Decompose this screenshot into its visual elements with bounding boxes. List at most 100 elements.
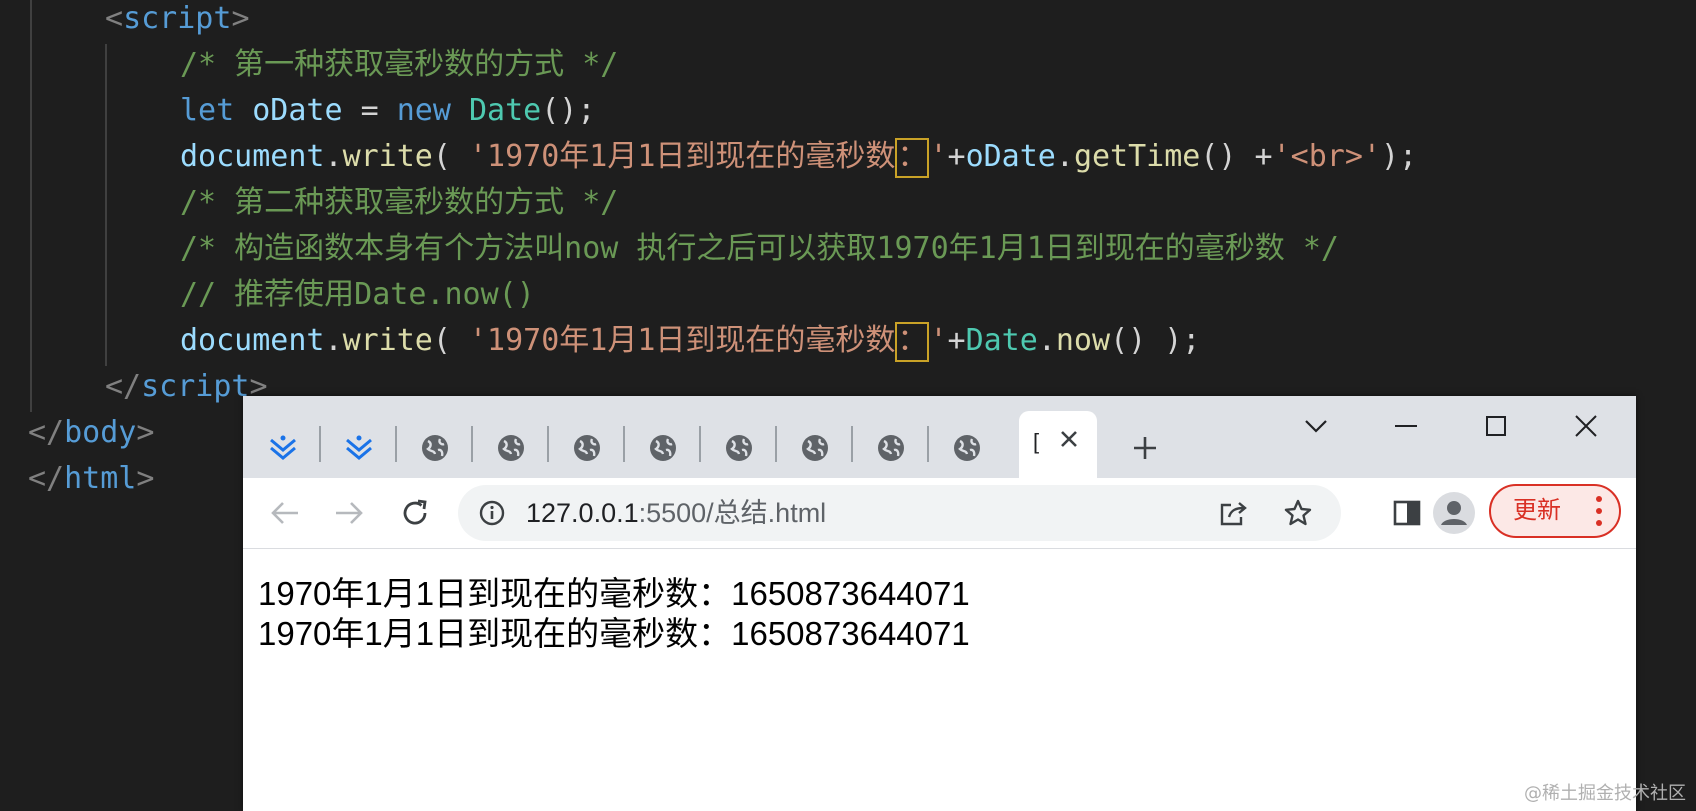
indent-guide xyxy=(30,0,32,412)
address-bar[interactable]: 127.0.0.1:5500/总结.html xyxy=(458,485,1341,541)
indent-guide xyxy=(105,44,107,366)
code-token: > xyxy=(136,415,155,450)
profile-avatar-icon[interactable] xyxy=(1429,491,1479,535)
code-line: document. write( '1970年1月1日到现在的毫秒数：'+Date… xyxy=(180,318,1200,364)
globe-icon xyxy=(954,435,980,461)
code-token: document xyxy=(180,139,325,174)
code-token: . xyxy=(324,139,343,174)
code-token: (); xyxy=(541,93,596,128)
code-line: // 推荐使用Date.now() xyxy=(180,272,535,318)
globe-icon xyxy=(574,435,600,461)
minimize-button[interactable] xyxy=(1381,406,1431,446)
code-token: '1970年1月1日到现在的毫秒数 xyxy=(469,323,896,358)
output-line-2: 1970年1月1日到现在的毫秒数：1650873644071 xyxy=(258,615,970,652)
code-line: /* 第一种获取毫秒数的方式 */ xyxy=(180,42,618,88)
update-button[interactable]: 更新 xyxy=(1489,484,1621,538)
code-token: </ xyxy=(28,461,65,496)
code-token: script xyxy=(123,1,232,36)
code-token: = xyxy=(342,93,397,128)
code-token: write xyxy=(342,139,433,174)
url-path: :5500/总结.html xyxy=(638,498,827,528)
more-menu-icon[interactable] xyxy=(1587,494,1611,528)
close-tab-icon[interactable] xyxy=(1051,421,1087,457)
code-token: /* 第二种获取毫秒数的方式 */ xyxy=(180,185,619,220)
code-token: script xyxy=(141,369,250,404)
code-token: '<br>' xyxy=(1272,139,1381,174)
tab-9[interactable] xyxy=(869,426,913,470)
code-token: ( xyxy=(432,323,469,358)
browser-window: [127.0.0.1:5500/总结.html 更新 1970年1月1日到现在… xyxy=(243,396,1636,811)
code-token: body xyxy=(64,415,137,450)
update-button-label: 更新 xyxy=(1513,497,1561,524)
tab-2[interactable] xyxy=(337,426,381,470)
code-token: </ xyxy=(105,369,142,404)
tab-3[interactable] xyxy=(413,426,457,470)
browser-toolbar: 127.0.0.1:5500/总结.html 更新 xyxy=(243,478,1636,549)
code-token: getTime xyxy=(1073,139,1201,174)
code-line: /* 构造函数本身有个方法叫now 执行之后可以获取1970年1月1日到现在的毫… xyxy=(180,226,1339,272)
code-line: </body> xyxy=(28,410,154,456)
tab-5[interactable] xyxy=(565,426,609,470)
site-info-icon[interactable] xyxy=(474,495,510,531)
code-token: /* 第一种获取毫秒数的方式 */ xyxy=(180,47,619,82)
side-panel-icon[interactable] xyxy=(1385,491,1429,535)
tab-10[interactable] xyxy=(945,426,989,470)
tab-separator xyxy=(851,426,853,462)
bookmark-star-icon[interactable] xyxy=(1280,495,1316,531)
tab-4[interactable] xyxy=(489,426,533,470)
code-token: ( xyxy=(432,139,469,174)
tab-6[interactable] xyxy=(641,426,685,470)
code-token: + xyxy=(947,323,966,358)
tab-8[interactable] xyxy=(793,426,837,470)
tab-separator xyxy=(927,426,929,462)
code-token: . xyxy=(1055,139,1074,174)
reload-icon[interactable] xyxy=(393,491,437,535)
code-token: Date xyxy=(965,323,1038,358)
tab-separator xyxy=(623,426,625,462)
maximize-button[interactable] xyxy=(1471,406,1521,446)
code-token: . xyxy=(1037,323,1056,358)
globe-icon xyxy=(726,435,752,461)
active-tab-title: [ xyxy=(1033,429,1040,454)
code-token: write xyxy=(342,323,433,358)
watermark: @稀土掘金技术社区 xyxy=(1524,783,1686,804)
code-token: html xyxy=(64,461,137,496)
search-highlight: ： xyxy=(895,321,930,362)
active-tab[interactable]: [ xyxy=(1019,411,1097,478)
close-window-button[interactable] xyxy=(1561,406,1611,446)
code-token: </ xyxy=(28,415,65,450)
tab-1[interactable] xyxy=(261,426,305,470)
back-icon[interactable] xyxy=(263,491,307,535)
code-token: let xyxy=(180,93,235,128)
tab-search-chevron-icon[interactable] xyxy=(1291,406,1341,446)
code-line: <script> xyxy=(105,0,250,42)
code-token: ); xyxy=(1381,139,1418,174)
tab-separator xyxy=(775,426,777,462)
code-line: let oDate = new Date(); xyxy=(180,88,595,134)
tab-separator xyxy=(395,426,397,462)
code-line: </html> xyxy=(28,456,154,502)
code-token: oDate xyxy=(965,139,1056,174)
tab-separator xyxy=(471,426,473,462)
tab-separator xyxy=(699,426,701,462)
forward-icon[interactable] xyxy=(327,491,371,535)
download-chevrons-icon xyxy=(346,435,372,460)
code-token: now xyxy=(1055,323,1111,358)
code-token: // 推荐使用Date.now() xyxy=(180,277,535,312)
page-content: 1970年1月1日到现在的毫秒数：1650873644071 1970年1月1日… xyxy=(243,549,1636,811)
code-token: document xyxy=(180,323,325,358)
code-token: new xyxy=(396,93,451,128)
code-token: > xyxy=(136,461,155,496)
globe-icon xyxy=(878,435,904,461)
code-token: ' xyxy=(929,323,948,358)
code-token: '1970年1月1日到现在的毫秒数 xyxy=(469,139,896,174)
share-icon[interactable] xyxy=(1216,495,1252,531)
code-token: /* 构造函数本身有个方法叫now 执行之后可以获取1970年1月1日到现在的毫… xyxy=(180,231,1339,266)
new-tab-button[interactable] xyxy=(1123,426,1167,470)
code-token: < xyxy=(105,1,124,36)
code-token: () + xyxy=(1200,139,1273,174)
code-token: () ); xyxy=(1110,323,1201,358)
tab-7[interactable] xyxy=(717,426,761,470)
